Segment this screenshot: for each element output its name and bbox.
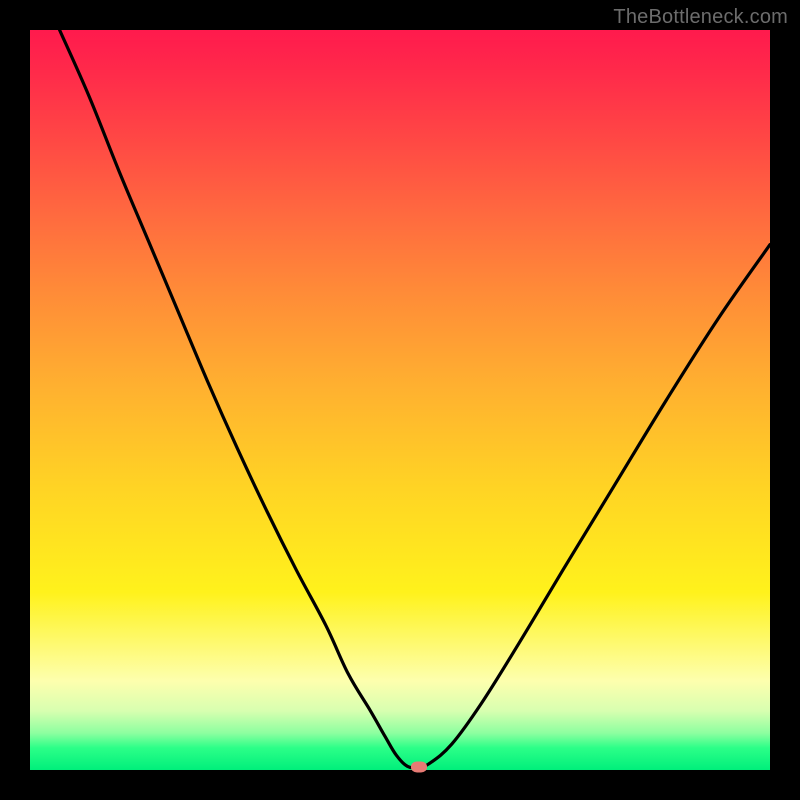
optimal-point-marker <box>411 762 427 773</box>
plot-area <box>30 30 770 770</box>
curve-svg <box>30 30 770 770</box>
chart-frame: TheBottleneck.com <box>0 0 800 800</box>
bottleneck-curve <box>60 30 770 768</box>
watermark-text: TheBottleneck.com <box>613 6 788 29</box>
